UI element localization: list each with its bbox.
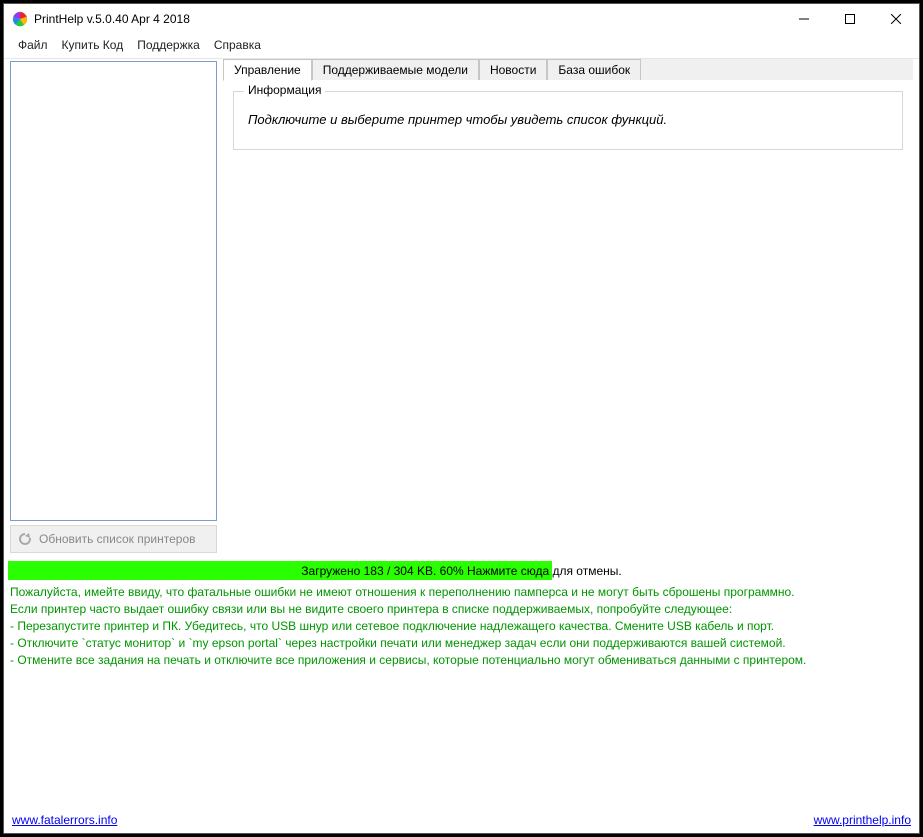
- menubar: Файл Купить Код Поддержка Справка: [4, 34, 919, 58]
- close-button[interactable]: [873, 4, 919, 34]
- tab-news[interactable]: Новости: [479, 59, 547, 80]
- menu-help[interactable]: Справка: [208, 36, 267, 54]
- right-panel: Управление Поддерживаемые модели Новости…: [221, 59, 915, 557]
- info-text: Подключите и выберите принтер чтобы увид…: [248, 112, 888, 127]
- footer-link-printhelp[interactable]: www.printhelp.info: [814, 813, 911, 827]
- menu-support[interactable]: Поддержка: [131, 36, 206, 54]
- printer-list[interactable]: [10, 61, 217, 521]
- info-fieldset: Информация Подключите и выберите принтер…: [233, 91, 903, 150]
- log-line: - Отключите `статус монитор` и `my epson…: [10, 635, 913, 652]
- footer-link-fatalerrors[interactable]: www.fatalerrors.info: [12, 813, 117, 827]
- window-controls: [781, 4, 919, 34]
- titlebar: PrintHelp v.5.0.40 Apr 4 2018: [4, 4, 919, 34]
- refresh-printers-button[interactable]: Обновить список принтеров: [10, 525, 217, 553]
- tab-manage[interactable]: Управление: [223, 59, 312, 81]
- log-line: - Перезапустите принтер и ПК. Убедитесь,…: [10, 618, 913, 635]
- progress-bar[interactable]: Загружено 183 / 304 KB. 60% Нажмите сюда…: [8, 561, 915, 580]
- footer: www.fatalerrors.info www.printhelp.info: [4, 809, 919, 833]
- app-icon: [12, 11, 28, 27]
- log-line: Пожалуйста, имейте ввиду, что фатальные …: [10, 584, 913, 601]
- progress-label: Загружено 183 / 304 KB. 60% Нажмите сюда…: [301, 564, 621, 578]
- tab-bar: Управление Поддерживаемые модели Новости…: [223, 59, 913, 81]
- tab-errors[interactable]: База ошибок: [547, 59, 641, 80]
- menu-file[interactable]: Файл: [12, 36, 54, 54]
- app-window: PrintHelp v.5.0.40 Apr 4 2018 Файл Купит…: [3, 3, 920, 834]
- log-line: - Отмените все задания на печать и отклю…: [10, 652, 913, 669]
- maximize-button[interactable]: [827, 4, 873, 34]
- tab-models[interactable]: Поддерживаемые модели: [312, 59, 479, 80]
- log-line: Если принтер часто выдает ошибку связи и…: [10, 601, 913, 618]
- log-area: Пожалуйста, имейте ввиду, что фатальные …: [4, 582, 919, 809]
- tab-content: Информация Подключите и выберите принтер…: [223, 81, 913, 557]
- menu-buy-code[interactable]: Купить Код: [56, 36, 130, 54]
- minimize-button[interactable]: [781, 4, 827, 34]
- refresh-icon: [17, 531, 33, 547]
- window-title: PrintHelp v.5.0.40 Apr 4 2018: [34, 12, 190, 26]
- info-legend: Информация: [244, 83, 325, 97]
- left-panel: Обновить список принтеров: [8, 59, 221, 557]
- refresh-label: Обновить список принтеров: [39, 532, 196, 546]
